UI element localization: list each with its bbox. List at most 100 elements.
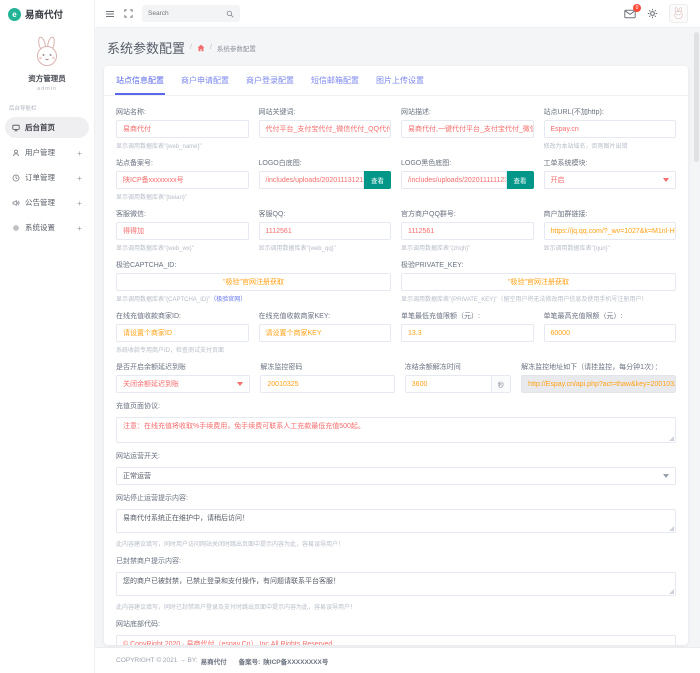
expand-indicator: +	[77, 147, 82, 158]
website-name-input[interactable]: 易商代付	[116, 120, 249, 138]
field-label: 网站描述:	[401, 109, 431, 116]
menu-toggle-button[interactable]	[105, 9, 115, 19]
pay-merchant-id-input[interactable]: 请设置个商家ID	[116, 324, 249, 342]
field-label: LOGO黑色底图:	[401, 160, 452, 167]
sidebar-item-settings[interactable]: 系统设置 +	[5, 217, 89, 238]
delay-switch-select[interactable]: 关闭余额延迟到账	[116, 375, 251, 393]
hamburger-icon	[106, 10, 114, 17]
sidebar-item-users[interactable]: 用户管理 +	[5, 142, 89, 163]
user-icon	[12, 149, 20, 156]
breadcrumb-separator: /	[209, 44, 212, 51]
view-logo-white-button[interactable]: 查看	[364, 171, 391, 189]
brand[interactable]: e 易商代付	[0, 0, 94, 28]
search-icon[interactable]	[226, 10, 234, 18]
tab-sms-email[interactable]: 短信邮箱配置	[310, 66, 360, 95]
field-label: 是否开启余额延迟到账	[116, 364, 186, 371]
breadcrumb-current: 系统参数配置	[216, 45, 256, 53]
scrollbar[interactable]	[694, 32, 699, 643]
ticket-module-select[interactable]: 开启	[543, 171, 676, 189]
tab-site-info[interactable]: 站点信息配置	[115, 66, 165, 95]
service-wechat-input[interactable]: 得得加	[116, 222, 249, 240]
fullscreen-button[interactable]	[124, 9, 133, 18]
logo-black-input[interactable]: /includes/uploads/20201111112331754.p	[401, 171, 507, 189]
logo-white-input[interactable]: /includes/uploads/20201113121203422.p	[258, 171, 364, 189]
recharge-agreement-textarea[interactable]: 注意：在线充值将收取%手续费用，免手续费可联系人工充款最低充值500起。	[116, 417, 676, 443]
scrollbar-thumb[interactable]	[694, 32, 699, 162]
gear-icon	[12, 224, 20, 231]
field-label: 工单系统模块:	[543, 160, 588, 167]
tab-bar: 站点信息配置 商户申请配置 商户登录配置 短信邮箱配置 图片上传设置	[104, 66, 688, 96]
avatar-icon	[674, 7, 683, 20]
sidebar-nav: 后台首页 用户管理 + 订单管理 + 公告管理 + 系统设置 +	[0, 117, 94, 242]
stop-notice-textarea[interactable]: 易商代付系统正在维护中，请稍后访问！	[116, 509, 676, 533]
field-helper: 系统收款专用商户ID，检查测试支付页面	[116, 348, 225, 354]
captcha-id-input[interactable]: "极验"官网注册获取	[116, 273, 391, 291]
footer-code-textarea[interactable]: © CopyRight 2020 · 易商代付（espay.Cn） Inc.Al…	[116, 635, 676, 645]
field-helper: 显示调用数据库表"{web_wx}"	[116, 246, 194, 252]
search-input[interactable]	[148, 10, 222, 17]
field-label: 商户加群链接:	[543, 211, 588, 218]
ban-notice-textarea[interactable]: 您的商户已被封禁，已禁止登录和支付操作，有问题请联系平台客服！	[116, 572, 676, 596]
sidebar-item-dashboard[interactable]: 后台首页	[5, 117, 89, 138]
topbar-avatar[interactable]	[669, 4, 688, 23]
group-link-input[interactable]: https://jq.qq.com/?_wv=1027&k=M1nl-HTO	[543, 222, 676, 240]
geetest-link[interactable]: （极验官网）	[210, 297, 246, 303]
field-label: 客服微信:	[116, 211, 146, 218]
expand-indicator: +	[77, 197, 82, 208]
footer-beian-label: 备案号:	[238, 658, 261, 666]
field-label: 冻结余额解冻时间	[404, 364, 461, 371]
clock-icon	[12, 174, 20, 181]
field-label: 已封禁商户提示内容:	[116, 558, 181, 565]
field-label: LOGO白底图:	[258, 160, 302, 167]
page-content: 系统参数配置 / / 系统参数配置 站点信息配置 商户申请配置 商户登录配置 短…	[95, 28, 700, 647]
field-label: 极验PRIVATE_KEY:	[401, 262, 464, 269]
footer-copyright: COPYRIGHT © 2021 → BY:	[116, 657, 198, 664]
pay-merchant-key-input[interactable]: 请设置个商家KEY	[258, 324, 391, 342]
user-name: 资方管理员	[28, 74, 66, 83]
footer-brand: 易商代付	[200, 658, 227, 666]
thaw-time-input[interactable]: 3600	[404, 375, 492, 393]
min-recharge-input[interactable]: 13.3	[401, 324, 534, 342]
message-count-badge: 0	[633, 3, 641, 12]
field-label: 在线充值收款商家ID:	[116, 313, 181, 320]
field-label: 站点备案号:	[116, 160, 153, 167]
field-label: 官方商户QQ群号:	[401, 211, 456, 218]
beian-input[interactable]: 陕ICP备xxxxxxxx号	[116, 171, 249, 189]
field-label: 网站底部代码:	[116, 621, 160, 628]
description-input[interactable]: 易商代付,一键代付平台_支付宝代付_微信代付_QQ代	[401, 120, 534, 138]
sidebar-item-announcements[interactable]: 公告管理 +	[5, 192, 89, 213]
field-helper: 修改为本站域名，否则图片出错	[543, 144, 628, 150]
tab-image-upload[interactable]: 图片上传设置	[375, 66, 425, 95]
field-label: 单笔最低充值限额（元）:	[401, 313, 480, 320]
site-url-input[interactable]: Espay.cn	[543, 120, 676, 138]
settings-button[interactable]	[647, 8, 658, 19]
messages-button[interactable]: 0	[624, 3, 641, 19]
footer-beian-number: 陕ICP备XXXXXXXX号	[263, 658, 329, 666]
home-icon[interactable]	[197, 44, 205, 52]
tab-merchant-apply[interactable]: 商户申请配置	[180, 66, 230, 95]
user-avatar	[37, 36, 57, 66]
max-recharge-input[interactable]: 60000	[543, 324, 676, 342]
field-helper: 显示调用数据库表"{beian}"	[116, 195, 187, 201]
field-helper: 此内容建议填写，同时用户访问网站关闭时跳出页面中提示内容为此，容易误导用户！	[116, 542, 345, 548]
sidebar-item-label: 后台首页	[25, 123, 55, 132]
qq-group-input[interactable]: 1112561	[401, 222, 534, 240]
thaw-key-input[interactable]: 20010325	[260, 375, 395, 393]
tab-merchant-login[interactable]: 商户登录配置	[245, 66, 295, 95]
page-footer: COPYRIGHT © 2021 → BY: 易商代付 备案号: 陕ICP备XX…	[95, 647, 700, 673]
field-label: 客服QQ:	[258, 211, 286, 218]
view-logo-black-button[interactable]: 查看	[506, 171, 534, 189]
field-helper: 显示调用数据库表"{zhqh}"	[401, 246, 471, 252]
nav-section-label: 后台导航栏	[9, 106, 37, 112]
field-label: 充值页面协议:	[116, 403, 160, 410]
brand-name: 易商代付	[25, 10, 64, 21]
site-switch-select[interactable]: 正常运营	[116, 467, 676, 485]
sidebar-item-orders[interactable]: 订单管理 +	[5, 167, 89, 188]
breadcrumb: 系统参数配置 / / 系统参数配置	[107, 38, 688, 57]
field-label: 网站关键词:	[258, 109, 296, 116]
private-key-input[interactable]: "极验"官网注册获取	[401, 273, 676, 291]
keywords-input[interactable]: 代付平台_支付宝代付_微信代付_QQ代付 - Espay.cn	[258, 120, 391, 138]
sidebar-item-label: 用户管理	[25, 148, 55, 157]
breadcrumb-separator: /	[190, 44, 192, 51]
service-qq-input[interactable]: 1112561	[258, 222, 391, 240]
